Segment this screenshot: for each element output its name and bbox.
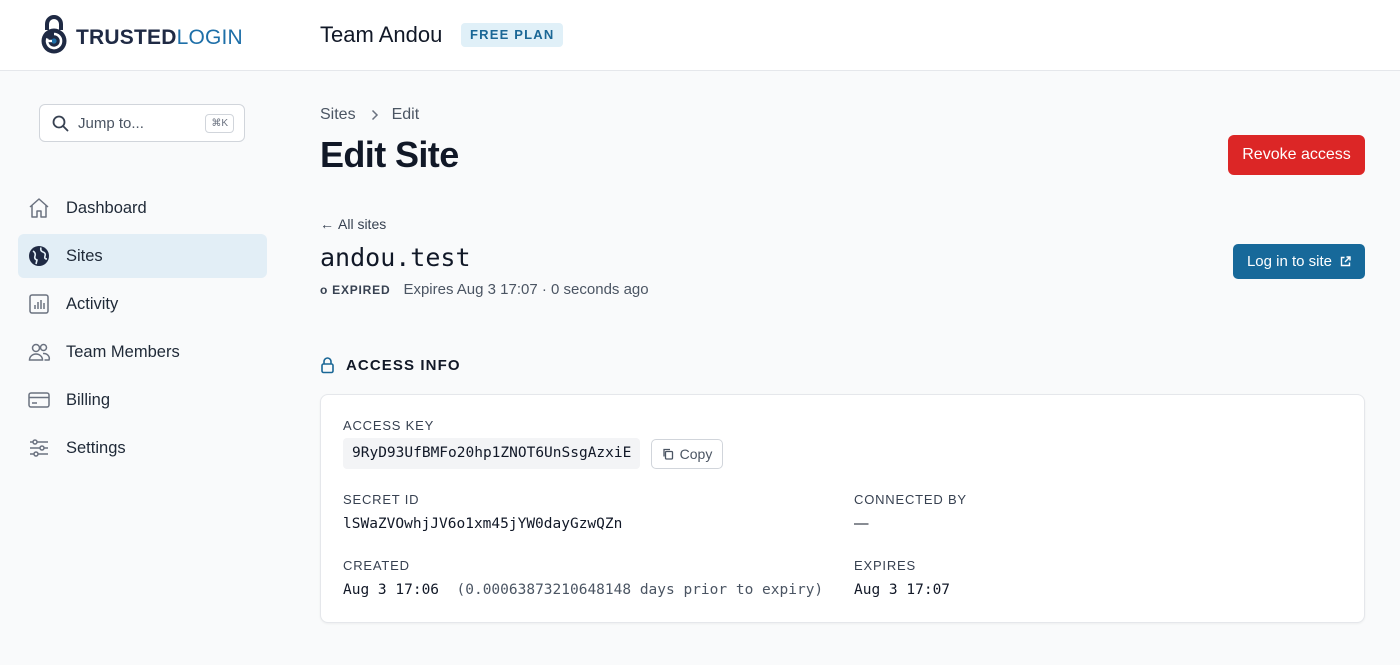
brand-wordmark-light: LOGIN: [176, 26, 243, 49]
revoke-access-button[interactable]: Revoke access: [1228, 135, 1365, 175]
sidebar-item-dashboard[interactable]: Dashboard: [18, 186, 267, 230]
breadcrumb-current[interactable]: Edit: [392, 106, 420, 124]
credit-card-icon: [28, 392, 50, 408]
lock-icon: [321, 357, 334, 374]
expires-value: Aug 3 17:07: [854, 582, 951, 598]
sidebar-item-label: Team Members: [66, 342, 180, 361]
sidebar-item-label: Settings: [66, 438, 126, 457]
chart-icon: [29, 294, 49, 314]
jump-to-placeholder: Jump to...: [78, 115, 144, 132]
sliders-icon: [30, 439, 48, 457]
plan-badge: FREE PLAN: [461, 23, 564, 47]
search-icon: [52, 115, 69, 132]
brand-wordmark-bold: TRUSTED: [76, 26, 177, 49]
jump-to-search[interactable]: Jump to... ⌘K: [39, 104, 245, 142]
top-bar: TRUSTEDLOGIN Team Andou FREE PLAN: [0, 0, 1400, 71]
copy-button[interactable]: Copy: [651, 439, 723, 469]
team-name[interactable]: Team Andou: [320, 22, 442, 48]
status-dot-icon: o: [320, 282, 329, 297]
external-link-icon: [1340, 256, 1351, 267]
page-title: Edit Site: [320, 134, 459, 175]
connected-by-label: CONNECTED BY: [854, 492, 967, 507]
secret-id-label: SECRET ID: [343, 492, 420, 507]
globe-icon: [29, 246, 49, 266]
status-badge: o EXPIRED: [320, 283, 390, 297]
access-key-label: ACCESS KEY: [343, 418, 435, 433]
users-icon: [28, 343, 51, 361]
sidebar-item-settings[interactable]: Settings: [18, 426, 267, 470]
status-text: Expires Aug 3 17:07 · 0 seconds ago: [403, 281, 649, 298]
all-sites-label: All sites: [338, 216, 387, 232]
access-info-title: ACCESS INFO: [346, 357, 461, 374]
copy-icon: [663, 448, 673, 460]
sidebar-item-label: Dashboard: [66, 198, 147, 217]
arrow-left-icon: ←: [320, 216, 334, 232]
sidebar-item-label: Sites: [66, 246, 103, 265]
created-label: CREATED: [343, 558, 410, 573]
access-info-header: ACCESS INFO: [320, 357, 461, 374]
breadcrumb-sites-link[interactable]: Sites: [320, 106, 356, 124]
sidebar-item-activity[interactable]: Activity: [18, 282, 267, 326]
sidebar-nav: Dashboard Sites Activity Team Members Bi…: [18, 186, 267, 474]
site-status: o EXPIRED Expires Aug 3 17:07 · 0 seconds…: [320, 281, 649, 298]
log-in-to-site-button[interactable]: Log in to site: [1233, 244, 1365, 279]
lock-logo-icon: [41, 15, 67, 54]
access-key-value[interactable]: 9RyD93UfBMFo20hp1ZNOT6UnSsgAzxiE: [343, 438, 641, 469]
connected-by-value: —: [854, 516, 869, 532]
created-date: Aug 3 17:06: [343, 582, 440, 598]
sidebar-item-team-members[interactable]: Team Members: [18, 330, 267, 374]
breadcrumb: Sites Edit: [320, 106, 419, 124]
status-badge-label: EXPIRED: [332, 282, 391, 297]
secret-id-value: lSWaZVOwhjJV6o1xm45jYW0dayGzwQZn: [343, 516, 623, 532]
brand-logo[interactable]: TRUSTEDLOGIN: [40, 14, 243, 56]
brand-wordmark: TRUSTEDLOGIN: [76, 26, 243, 50]
log-in-label: Log in to site: [1246, 253, 1333, 270]
home-icon: [29, 198, 49, 218]
sidebar-item-label: Activity: [66, 294, 119, 313]
all-sites-link[interactable]: ← All sites: [320, 216, 386, 232]
sidebar-item-billing[interactable]: Billing: [18, 378, 267, 422]
sidebar-item-sites[interactable]: Sites: [18, 234, 267, 278]
site-name: andou.test: [320, 243, 471, 272]
access-info-card: ACCESS KEY 9RyD93UfBMFo20hp1ZNOT6UnSsgAz…: [320, 394, 1365, 623]
shortcut-hint: ⌘K: [205, 114, 234, 133]
chevron-right-icon: [371, 109, 378, 121]
sidebar-item-label: Billing: [66, 390, 111, 409]
expires-label: EXPIRES: [854, 558, 916, 573]
copy-label: Copy: [679, 446, 713, 462]
created-note: (0.00063873210648148 days prior to expir…: [456, 582, 824, 598]
created-value: Aug 3 17:06 (0.00063873210648148 days pr…: [343, 582, 823, 598]
